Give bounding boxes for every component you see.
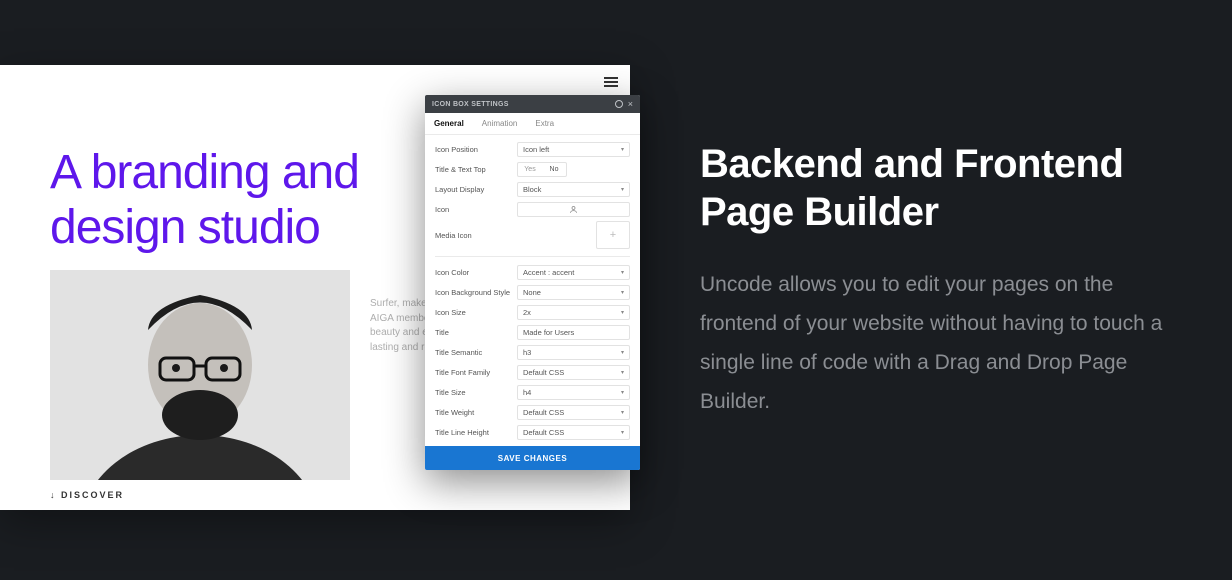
marketing-text: Backend and Frontend Page Builder Uncode… bbox=[700, 140, 1170, 421]
plus-icon: + bbox=[610, 229, 616, 241]
panel-title: ICON BOX SETTINGS bbox=[432, 101, 509, 108]
chevron-down-icon: ▾ bbox=[621, 289, 624, 296]
tab-extra[interactable]: Extra bbox=[526, 113, 563, 134]
select-icon-bg-style[interactable]: None▾ bbox=[517, 285, 630, 300]
row-icon-position: Icon Position Icon left▾ bbox=[425, 139, 640, 159]
icon-preview[interactable] bbox=[517, 202, 630, 217]
row-title-font-family: Title Font Family Default CSS▾ bbox=[425, 362, 640, 382]
select-title-line-height[interactable]: Default CSS▾ bbox=[517, 425, 630, 440]
select-icon-position[interactable]: Icon left▾ bbox=[517, 142, 630, 157]
input-title[interactable]: Made for Users bbox=[517, 325, 630, 340]
discover-link[interactable]: ↓ DISCOVER bbox=[50, 490, 124, 500]
select-icon-color[interactable]: Accent : accent▾ bbox=[517, 265, 630, 280]
marketing-paragraph: Uncode allows you to edit your pages on … bbox=[700, 266, 1170, 421]
panel-header: ICON BOX SETTINGS × bbox=[425, 95, 640, 113]
save-button[interactable]: SAVE CHANGES bbox=[425, 446, 640, 470]
row-layout-display: Layout Display Block▾ bbox=[425, 179, 640, 199]
row-icon-color: Icon Color Accent : accent▾ bbox=[425, 262, 640, 282]
row-title-semantic: Title Semantic h3▾ bbox=[425, 342, 640, 362]
chevron-down-icon: ▾ bbox=[621, 146, 624, 153]
row-title-text-top: Title & Text Top YesNo bbox=[425, 159, 640, 179]
user-icon bbox=[569, 205, 578, 214]
marketing-heading: Backend and Frontend Page Builder bbox=[700, 140, 1170, 236]
media-upload[interactable]: + bbox=[596, 221, 630, 249]
chevron-down-icon: ▾ bbox=[621, 409, 624, 416]
chevron-down-icon: ▾ bbox=[621, 309, 624, 316]
tabs: General Animation Extra bbox=[425, 113, 640, 135]
chevron-down-icon: ▾ bbox=[621, 369, 624, 376]
select-title-semantic[interactable]: h3▾ bbox=[517, 345, 630, 360]
portrait-image bbox=[50, 270, 350, 480]
row-icon: Icon bbox=[425, 199, 640, 219]
select-layout-display[interactable]: Block▾ bbox=[517, 182, 630, 197]
hamburger-icon[interactable] bbox=[604, 77, 618, 87]
settings-panel: ICON BOX SETTINGS × General Animation Ex… bbox=[425, 95, 640, 470]
settings-rows: Icon Position Icon left▾ Title & Text To… bbox=[425, 135, 640, 446]
hero-title: A branding and design studio bbox=[50, 145, 359, 255]
row-title-size: Title Size h4▾ bbox=[425, 382, 640, 402]
select-title-size[interactable]: h4▾ bbox=[517, 385, 630, 400]
select-title-font-family[interactable]: Default CSS▾ bbox=[517, 365, 630, 380]
select-title-weight[interactable]: Default CSS▾ bbox=[517, 405, 630, 420]
row-title-weight: Title Weight Default CSS▾ bbox=[425, 402, 640, 422]
row-title-line-height: Title Line Height Default CSS▾ bbox=[425, 422, 640, 442]
tab-animation[interactable]: Animation bbox=[473, 113, 527, 134]
tab-general[interactable]: General bbox=[425, 113, 473, 134]
chevron-down-icon: ▾ bbox=[621, 349, 624, 356]
close-icon[interactable]: × bbox=[628, 100, 633, 109]
chevron-down-icon: ▾ bbox=[621, 429, 624, 436]
chevron-down-icon: ▾ bbox=[621, 389, 624, 396]
hero-line1: A branding and bbox=[50, 145, 359, 200]
hero-line2: design studio bbox=[50, 200, 359, 255]
chevron-down-icon: ▾ bbox=[621, 269, 624, 276]
select-icon-size[interactable]: 2x▾ bbox=[517, 305, 630, 320]
row-icon-bg-style: Icon Background Style None▾ bbox=[425, 282, 640, 302]
divider bbox=[435, 256, 630, 257]
gear-icon[interactable] bbox=[615, 100, 623, 108]
toggle-title-text-top[interactable]: YesNo bbox=[517, 162, 567, 177]
chevron-down-icon: ▾ bbox=[621, 186, 624, 193]
row-icon-size: Icon Size 2x▾ bbox=[425, 302, 640, 322]
row-media-icon: Media Icon + bbox=[425, 219, 640, 251]
row-title: Title Made for Users bbox=[425, 322, 640, 342]
